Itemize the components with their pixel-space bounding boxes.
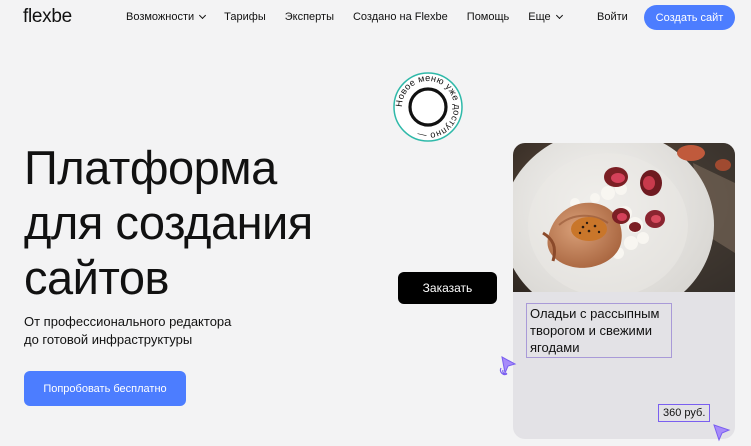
menu-item-label: Тарифы bbox=[224, 11, 266, 23]
create-site-button[interactable]: Создать сайт bbox=[644, 5, 735, 30]
menu-item-help[interactable]: Помощь bbox=[467, 11, 510, 23]
menu-item-features[interactable]: Возможности bbox=[126, 11, 207, 23]
cursor-arrow-icon bbox=[499, 356, 517, 376]
menu-item-label: Эксперты bbox=[284, 11, 334, 23]
menu-item-label: Возможности bbox=[126, 11, 195, 23]
menu-item-label: Создано на Flexbe bbox=[352, 11, 448, 23]
hero-title-line: сайтов bbox=[24, 251, 170, 304]
order-button[interactable]: Заказать bbox=[398, 272, 497, 304]
login-link[interactable]: Войти bbox=[597, 11, 628, 23]
new-menu-badge[interactable]: Новое меню уже доступно — bbox=[393, 72, 463, 142]
hero-title-line: Платформа bbox=[24, 141, 277, 194]
menu-item-showcase[interactable]: Создано на Flexbe bbox=[353, 11, 448, 23]
menu-item-label: Еще bbox=[528, 11, 551, 23]
food-photo bbox=[513, 143, 735, 292]
hero-subtitle-line: От профессионального редактора bbox=[24, 314, 232, 329]
hero-title-line: для создания bbox=[24, 196, 313, 249]
hero-subtitle: От профессионального редактора до готово… bbox=[24, 313, 231, 349]
menu-item-experts[interactable]: Эксперты bbox=[285, 11, 334, 23]
try-free-button[interactable]: Попробовать бесплатно bbox=[24, 371, 186, 406]
chevron-down-icon bbox=[555, 11, 563, 20]
chevron-down-icon bbox=[199, 11, 207, 20]
product-title-line: ягодами bbox=[530, 340, 580, 355]
main-menu: Возможности Тарифы Эксперты Создано на F… bbox=[126, 11, 581, 23]
cursor-arrow-icon bbox=[713, 424, 731, 442]
hero-subtitle-line: до готовой инфраструктуры bbox=[24, 332, 193, 347]
flexbe-logo[interactable]: flexbe bbox=[23, 6, 72, 28]
product-card[interactable] bbox=[513, 143, 735, 439]
product-title-line: Оладьи с рассыпным bbox=[530, 306, 660, 321]
product-title[interactable]: Оладьи с рассыпным творогом и свежими яг… bbox=[526, 303, 672, 358]
top-nav: flexbe Возможности Тарифы Эксперты Созда… bbox=[0, 0, 751, 36]
menu-item-label: Помощь bbox=[466, 11, 510, 23]
hero-title: Платформа для создания сайтов bbox=[24, 140, 404, 305]
menu-item-more[interactable]: Еще bbox=[528, 11, 563, 23]
product-title-line: творогом и свежими bbox=[530, 323, 653, 338]
product-price[interactable]: 360 руб. bbox=[658, 404, 711, 422]
menu-item-pricing[interactable]: Тарифы bbox=[224, 11, 266, 23]
